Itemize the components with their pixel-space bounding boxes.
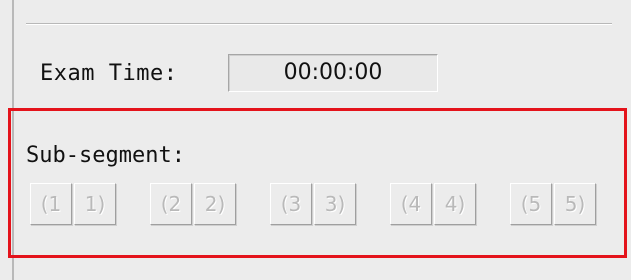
segment-group-3: (3 3) (270, 183, 356, 227)
sub-segment-buttons: (1 1) (2 2) (3 3) (4 4) (5 5) (30, 183, 630, 227)
segment-4-end-button[interactable]: 4) (434, 183, 476, 225)
sub-segment-label: Sub-segment: (26, 143, 185, 168)
segment-2-end-button[interactable]: 2) (194, 183, 236, 225)
segment-1-start-button[interactable]: (1 (30, 183, 72, 225)
segment-5-start-button[interactable]: (5 (510, 183, 552, 225)
segment-5-end-button[interactable]: 5) (554, 183, 596, 225)
segment-3-end-button[interactable]: 3) (314, 183, 356, 225)
segment-3-start-button[interactable]: (3 (270, 183, 312, 225)
segment-group-2: (2 2) (150, 183, 236, 227)
exam-time-label: Exam Time: (40, 61, 178, 86)
segment-2-start-button[interactable]: (2 (150, 183, 192, 225)
segment-group-5: (5 5) (510, 183, 596, 227)
segment-group-4: (4 4) (390, 183, 476, 227)
segment-4-start-button[interactable]: (4 (390, 183, 432, 225)
segment-1-end-button[interactable]: 1) (74, 183, 116, 225)
exam-time-field: 00:00:00 (228, 54, 438, 92)
separator-line (26, 23, 612, 25)
segment-group-1: (1 1) (30, 183, 116, 227)
